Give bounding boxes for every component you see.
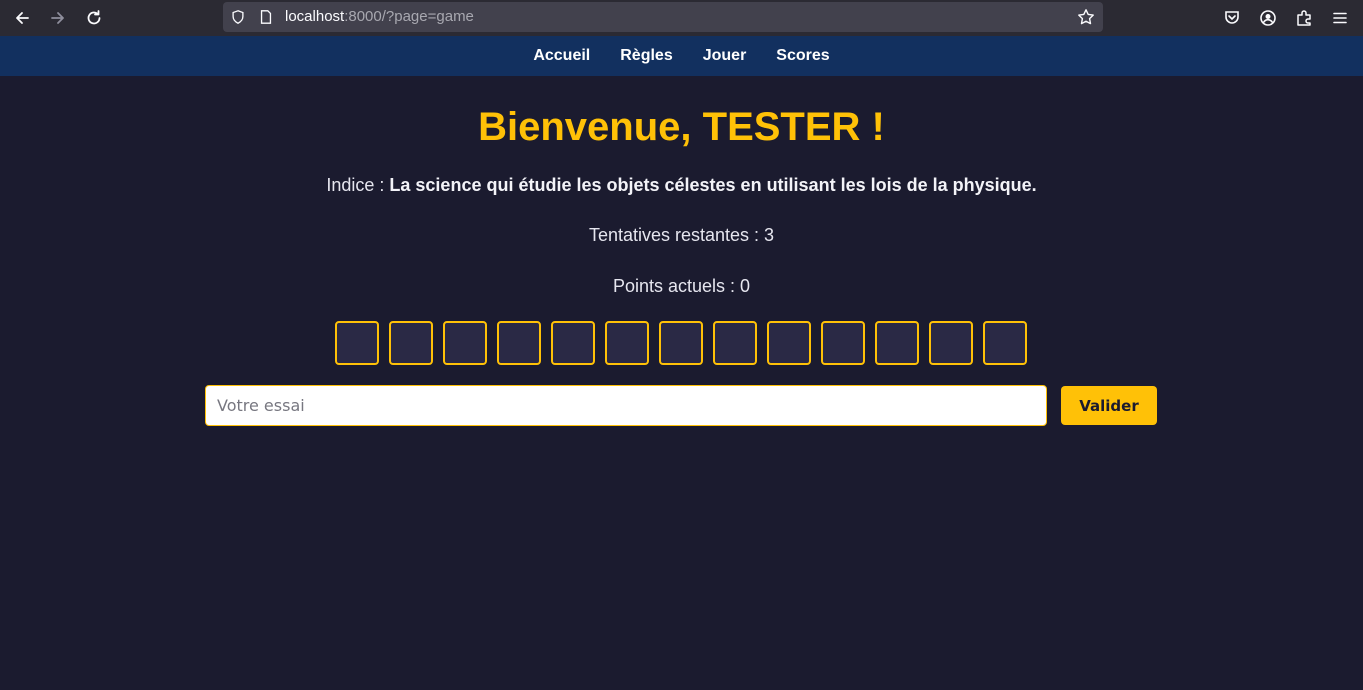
- nav-item-jouer[interactable]: Jouer: [688, 47, 762, 65]
- hint-label: Indice :: [326, 175, 390, 195]
- attempts-remaining: Tentatives restantes : 3: [588, 225, 775, 245]
- account-icon[interactable]: [1255, 5, 1281, 31]
- current-points: Points actuels : 0: [612, 276, 751, 296]
- letter-boxes: [335, 321, 1035, 365]
- letter-box: [983, 321, 1027, 365]
- nav-item-accueil[interactable]: Accueil: [518, 47, 605, 65]
- site-nav: Accueil Règles Jouer Scores: [0, 36, 1363, 76]
- nav-item-scores[interactable]: Scores: [761, 47, 844, 65]
- letter-box: [335, 321, 379, 365]
- forward-icon[interactable]: [44, 4, 72, 32]
- letter-box: [389, 321, 433, 365]
- back-icon[interactable]: [8, 4, 36, 32]
- browser-toolbar: localhost:8000/?page=game: [0, 0, 1363, 36]
- letter-box: [659, 321, 703, 365]
- bookmark-star-icon[interactable]: [1077, 8, 1095, 26]
- pocket-icon[interactable]: [1219, 5, 1245, 31]
- letter-box: [497, 321, 541, 365]
- letter-box: [821, 321, 865, 365]
- letter-box: [929, 321, 973, 365]
- letter-box: [551, 321, 595, 365]
- nav-item-regles[interactable]: Règles: [605, 47, 687, 65]
- letter-box: [875, 321, 919, 365]
- page-icon: [257, 8, 275, 26]
- letter-box: [767, 321, 811, 365]
- menu-icon[interactable]: [1327, 5, 1353, 31]
- reload-icon[interactable]: [80, 4, 108, 32]
- guess-input[interactable]: [205, 385, 1047, 426]
- page-title: Bienvenue, TESTER !: [478, 105, 885, 149]
- extensions-icon[interactable]: [1291, 5, 1317, 31]
- url-host: localhost: [285, 8, 345, 25]
- url-bar[interactable]: localhost:8000/?page=game: [223, 2, 1103, 32]
- letter-box: [605, 321, 649, 365]
- submit-button[interactable]: Valider: [1061, 386, 1157, 425]
- letter-box: [443, 321, 487, 365]
- game-area: Bienvenue, TESTER ! Indice : La science …: [0, 76, 1363, 690]
- url-path: :8000/?page=game: [344, 8, 474, 25]
- letter-box: [713, 321, 757, 365]
- hint: Indice : La science qui étudie les objet…: [0, 174, 1363, 196]
- url-text: localhost:8000/?page=game: [285, 8, 474, 26]
- hint-text: La science qui étudie les objets céleste…: [389, 175, 1037, 195]
- shield-icon[interactable]: [229, 8, 247, 26]
